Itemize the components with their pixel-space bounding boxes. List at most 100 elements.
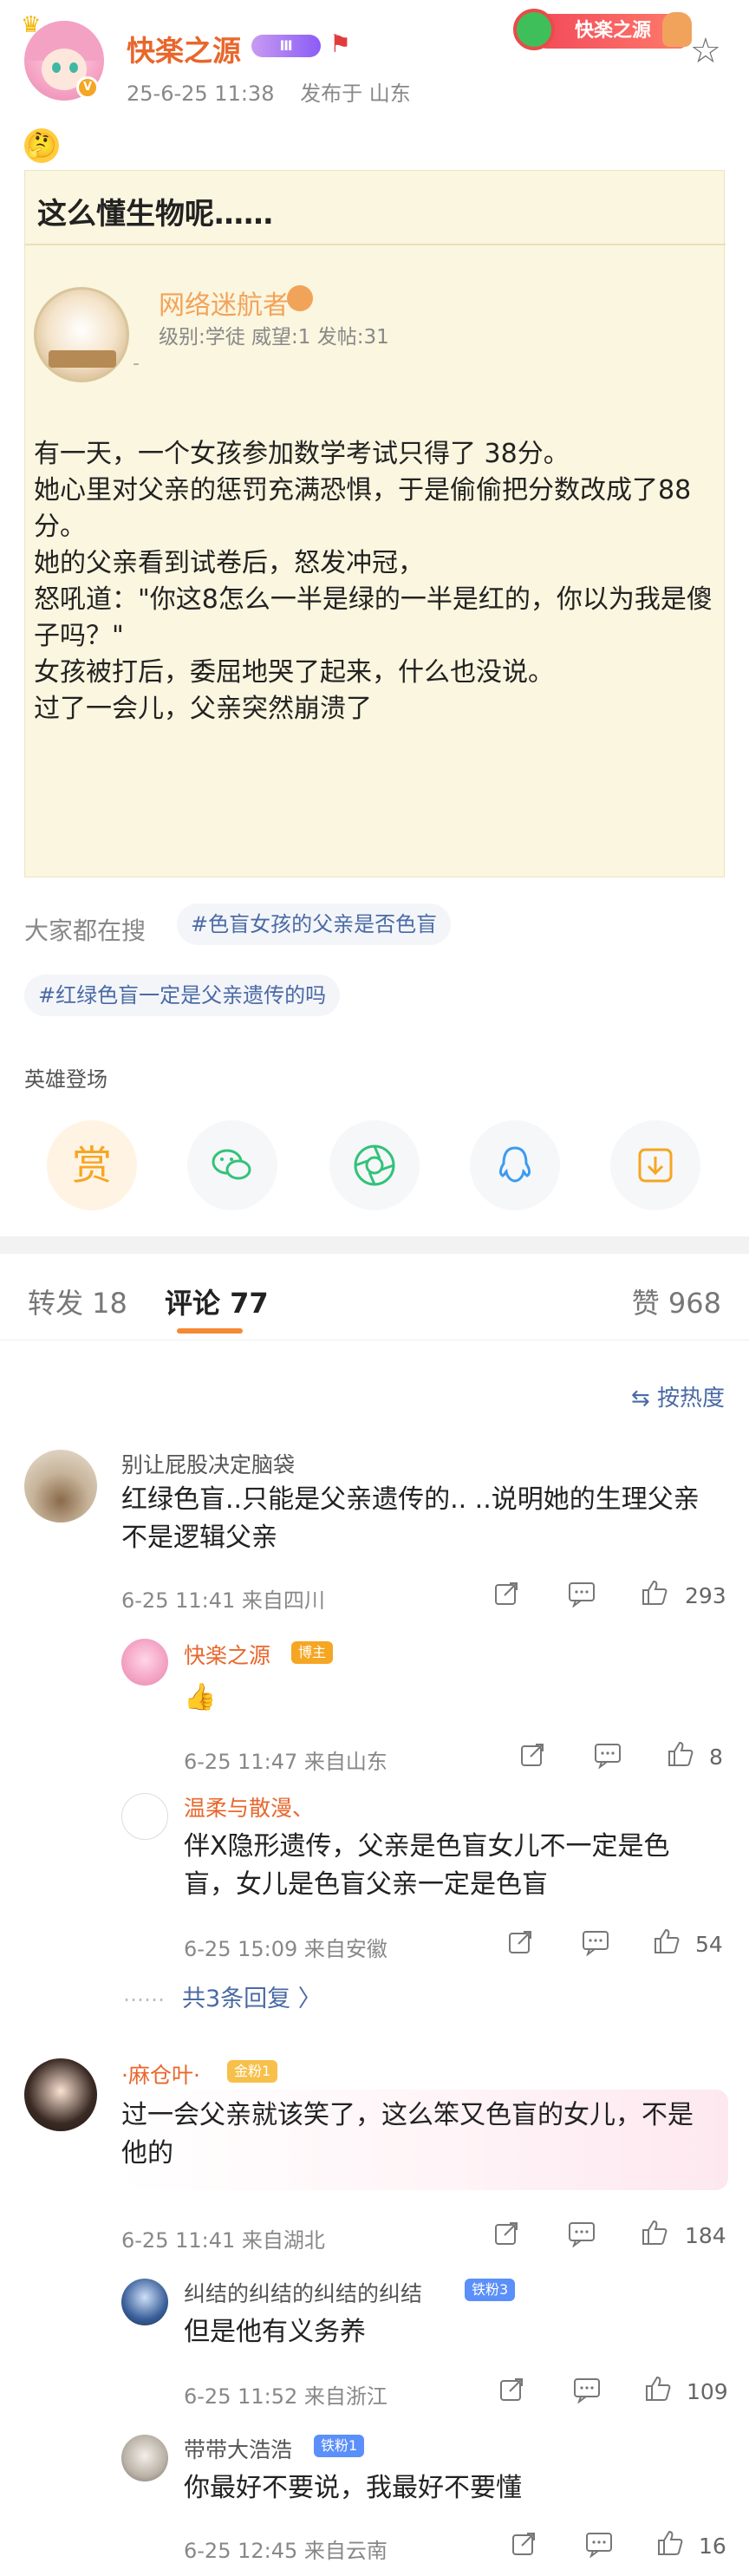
wechat-share-button[interactable] — [187, 1120, 277, 1210]
share-icon[interactable] — [506, 1928, 534, 1956]
tab-active-indicator — [177, 1328, 243, 1334]
like-icon[interactable] — [643, 2374, 673, 2403]
tab-repost[interactable]: 转发 18 — [28, 1281, 127, 1321]
post-image-card[interactable]: 这么懂生物呢…… 网络迷航者 级别:学徒 威望:1 发帖:31 - 有一天，一个… — [24, 170, 726, 877]
camera-aperture-icon — [354, 1145, 395, 1186]
card-user-tick: - — [133, 353, 140, 375]
like-count: 8 — [709, 1745, 723, 1770]
like-count: 109 — [687, 2379, 728, 2404]
post-location: 发布于 山东 — [300, 82, 411, 106]
share-icon[interactable] — [492, 2220, 520, 2247]
reply-avatar[interactable] — [121, 1639, 168, 1686]
card-username: 网络迷航者 — [159, 290, 289, 321]
reply-name[interactable]: 温柔与散漫、 — [184, 1791, 314, 1823]
reply-meta: 6-25 11:47 来自山东 — [184, 1750, 388, 1774]
card-line: 怒吼道："你这8怎么一半是绿的一半是红的，你以为我是傻子吗？" — [34, 584, 713, 651]
card-line: 女孩被打后，委屈地哭了起来，什么也没说。 — [34, 657, 554, 688]
sort-label: 按热度 — [656, 1386, 725, 1412]
reply-name[interactable]: 带带大浩浩 — [184, 2433, 292, 2464]
watermelon-icon — [513, 9, 555, 50]
like-icon[interactable] — [652, 1927, 681, 1956]
reply-name[interactable]: 快楽之源 — [184, 1639, 270, 1670]
card-body: 有一天，一个女孩参加数学考试只得了 38分。 她心里对父亲的惩罚充满恐惧，于是偷… — [34, 436, 719, 727]
card-user-stats: 级别:学徒 威望:1 发帖:31 — [159, 326, 389, 349]
reply-name[interactable]: 纠结的纠结的纠结的纠结 — [184, 2277, 422, 2308]
post-tabs: 转发 18 评论 77 赞 968 — [0, 1254, 749, 1340]
comment-avatar[interactable] — [24, 2058, 97, 2131]
like-icon[interactable] — [666, 1739, 695, 1769]
reply-meta: 6-25 12:45 来自云南 — [184, 2539, 388, 2563]
fan-badge: 铁粉1 — [314, 2435, 365, 2457]
reply-icon[interactable] — [572, 2376, 602, 2404]
post-header: ♛ V 快楽之源 Ⅲ ⚑ 25-6-25 11:38 发布于 山东 快楽之源 ☆ — [0, 0, 749, 121]
comment-text: 过一会父亲就该笑了，这么笨又色盲的女儿，不是他的 — [121, 2100, 694, 2168]
moments-share-button[interactable] — [329, 1120, 420, 1210]
reply-text: 👍 — [184, 1682, 217, 1712]
reply-text: 伴X隐形遗传，父亲是色盲女儿不一定是色盲，女儿是色盲父亲一定是色盲 — [184, 1831, 670, 1900]
card-title: 这么懂生物呢…… — [37, 197, 273, 232]
fan-badge: 金粉1 — [227, 2060, 278, 2083]
reply-icon[interactable] — [567, 1580, 596, 1608]
weibo-post-page: ♛ V 快楽之源 Ⅲ ⚑ 25-6-25 11:38 发布于 山东 快楽之源 ☆… — [0, 0, 749, 2576]
reply-meta: 6-25 11:52 来自浙江 — [184, 2384, 388, 2409]
card-line: 过了一会儿，父亲突然崩溃了 — [34, 694, 372, 724]
comment-meta: 6-25 11:41 来自湖北 — [121, 2228, 325, 2253]
reply-icon[interactable] — [593, 1741, 622, 1770]
comment-text: 红绿色盲..只能是父亲遗传的.. ..说明她的生理父亲不是逻辑父亲 — [121, 1484, 700, 1553]
comment-avatar[interactable] — [24, 1450, 97, 1523]
share-icon[interactable] — [492, 1580, 520, 1608]
comment-meta: 6-25 11:41 来自四川 — [121, 1588, 325, 1613]
reply-icon[interactable] — [584, 2530, 614, 2559]
flag-icon: ⚑ — [329, 29, 352, 58]
like-count: 16 — [699, 2534, 726, 2559]
card-line: 她心里对父亲的惩罚充满恐惧，于是偷偷把分数改成了88分。 — [34, 475, 692, 542]
sort-icon: ⇆ — [630, 1386, 657, 1412]
fan-ribbon-badge[interactable]: 快楽之源 — [513, 5, 692, 55]
reply-icon[interactable] — [567, 2220, 596, 2248]
post-meta: 25-6-25 11:38 发布于 山东 — [127, 76, 430, 107]
card-line: 她的父亲看到试卷后，怒发冲冠， — [34, 548, 424, 578]
ellipsis-icon: …… — [123, 1982, 165, 2006]
like-icon[interactable] — [640, 2218, 669, 2247]
commenter-name[interactable]: ·麻仓叶· — [121, 2058, 200, 2090]
tiger-icon — [662, 12, 692, 47]
post-date: 25-6-25 11:38 — [127, 82, 275, 106]
save-image-icon — [638, 1148, 673, 1183]
like-icon[interactable] — [655, 2528, 685, 2558]
share-icon[interactable] — [498, 2376, 525, 2403]
card-user-avatar — [34, 287, 129, 382]
search-tag[interactable]: #色盲女孩的父亲是否色盲 — [177, 903, 452, 945]
hero-label: 英雄登场 — [24, 1067, 107, 1092]
qq-share-button[interactable] — [470, 1120, 560, 1210]
share-icon[interactable] — [518, 1741, 546, 1769]
commenter-name[interactable]: 别让屁股决定脑袋 — [121, 1448, 295, 1479]
blogger-badge: 博主 — [291, 1641, 334, 1664]
tab-likes[interactable]: 赞 968 — [632, 1281, 721, 1321]
card-divider — [25, 244, 726, 245]
card-line: 有一天，一个女孩参加数学考试只得了 38分。 — [34, 439, 570, 469]
reply-icon[interactable] — [581, 1928, 610, 1957]
sort-toggle[interactable]: ⇆ 按热度 — [631, 1380, 725, 1412]
fan-badge: 铁粉3 — [465, 2279, 516, 2301]
crown-icon: ♛ — [21, 12, 42, 38]
search-tag[interactable]: #红绿色盲一定是父亲遗传的吗 — [24, 975, 341, 1016]
save-image-button[interactable] — [610, 1120, 700, 1210]
author-name[interactable]: 快楽之源 — [127, 28, 241, 69]
share-icon[interactable] — [510, 2530, 537, 2558]
like-count: 54 — [695, 1932, 723, 1957]
reply-avatar[interactable] — [121, 2279, 168, 2325]
card-user-badge-icon — [287, 285, 313, 311]
like-count: 293 — [685, 1583, 726, 1608]
tab-comments[interactable]: 评论 77 — [165, 1281, 269, 1321]
reply-avatar[interactable] — [121, 2435, 168, 2481]
favorite-star-icon[interactable]: ☆ — [690, 31, 721, 71]
verified-icon: V — [76, 76, 99, 99]
qq-penguin-icon — [499, 1146, 531, 1183]
reply-text: 但是他有义务养 — [184, 2317, 366, 2347]
like-icon[interactable] — [640, 1578, 669, 1608]
view-replies-link[interactable]: 共3条回复 〉 — [182, 1979, 322, 2013]
reply-meta: 6-25 15:09 来自安徽 — [184, 1937, 388, 1961]
level-badge: Ⅲ — [251, 35, 321, 57]
reward-button[interactable]: 赏 — [47, 1120, 137, 1210]
reply-avatar[interactable] — [121, 1793, 168, 1840]
